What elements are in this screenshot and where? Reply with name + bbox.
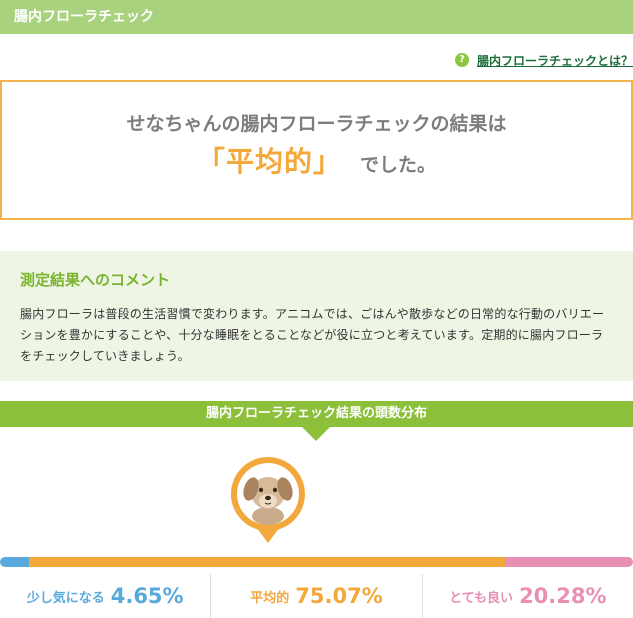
result-summary: 「平均的」 でした。	[2, 140, 631, 180]
distribution-segment-high	[504, 557, 633, 567]
distribution-title: 腸内フローラチェック結果の頭数分布	[205, 406, 427, 421]
help-link-label[interactable]: 腸内フローラチェックとは？	[477, 52, 633, 69]
distribution-segment-low	[0, 557, 30, 567]
page-title: 腸内フローラチェック	[14, 9, 154, 25]
dog-position-marker	[226, 453, 310, 547]
distribution-header-pointer	[302, 427, 330, 441]
stat-value-high: 20.28%	[519, 584, 607, 608]
page-header: 腸内フローラチェック	[0, 0, 633, 34]
distribution-bar	[0, 557, 633, 567]
question-icon: ?	[454, 53, 469, 67]
stat-average: 平均的 75.07%	[211, 574, 423, 618]
dog-marker-icon	[230, 457, 305, 543]
stat-label-low: 少し気になる	[26, 590, 105, 606]
comment-title: 測定結果へのコメント	[20, 271, 171, 289]
stat-low: 少し気になる 4.65%	[0, 574, 212, 618]
result-box: せなちゃんの腸内フローラチェックの結果は 「平均的」 でした。	[0, 80, 633, 220]
distribution-segment-average	[29, 557, 505, 567]
stat-label-high: とても良い	[449, 590, 514, 606]
stat-value-average: 75.07%	[295, 584, 383, 608]
distribution-stats: 少し気になる 4.65% 平均的 75.07% とても良い 20.28%	[0, 574, 633, 618]
comment-body: 腸内フローラは普段の生活習慣で変わります。アニコムでは、ごはんや散歩などの日常的…	[20, 307, 605, 363]
result-intro: せなちゃんの腸内フローラチェックの結果は	[126, 113, 507, 135]
comment-section: 測定結果へのコメント 腸内フローラは普段の生活習慣で変わります。アニコムでは、ご…	[0, 251, 633, 381]
help-link[interactable]: ? 腸内フローラチェックとは？	[454, 51, 633, 69]
distribution-header: 腸内フローラチェック結果の頭数分布	[0, 401, 633, 427]
result-suffix: でした。	[360, 154, 437, 176]
result-value: 「平均的」	[196, 145, 342, 178]
stat-value-low: 4.65%	[110, 584, 184, 608]
stat-label-average: 平均的	[250, 590, 290, 606]
stat-high: とても良い 20.28%	[423, 574, 633, 618]
